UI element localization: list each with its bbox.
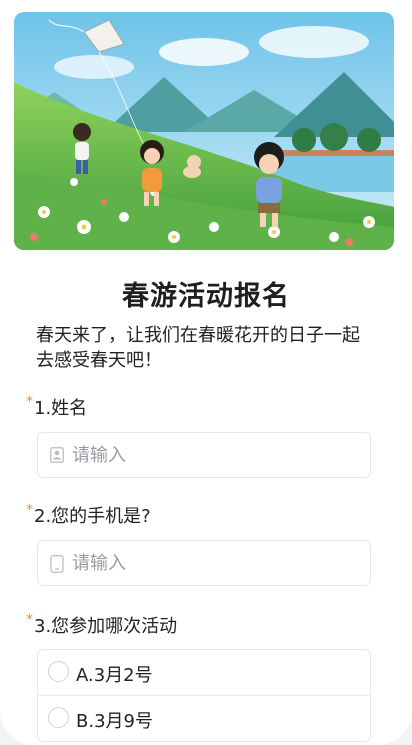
option-a-label: A.3月2号 [76,665,153,686]
form-description: 春天来了，让我们在春暖花开的日子一起去感受春天吧！ [36,325,360,371]
question-3-text: 3.您参加哪次活动 [34,616,178,637]
required-mark: * [26,394,33,410]
name-input[interactable] [72,433,362,477]
radio-button[interactable] [48,707,69,728]
banner-image [14,12,394,250]
option-a[interactable]: A.3月2号 [38,650,370,696]
question-3-label: *3.您参加哪次活动 [26,612,177,638]
radio-button[interactable] [48,661,69,682]
phone-icon [50,555,64,573]
person-icon [50,447,64,463]
activity-options: A.3月2号 B.3月9号 [37,649,371,742]
question-1-label: *1.姓名 [26,394,87,420]
question-2-label: *2.您的手机是? [26,502,151,528]
option-b-label: B.3月9号 [76,711,153,732]
question-2-text: 2.您的手机是? [34,506,151,527]
phone-input[interactable] [72,541,362,585]
form-card: 春游活动报名 春天来了，让我们在春暖花开的日子一起去感受春天吧！ *1.姓名 *… [0,0,412,745]
question-1-text: 1.姓名 [34,398,88,419]
required-mark: * [26,612,33,628]
option-b[interactable]: B.3月9号 [38,696,370,741]
form-title: 春游活动报名 [122,281,290,312]
phone-field[interactable] [37,540,371,586]
required-mark: * [26,502,33,518]
name-field[interactable] [37,432,371,478]
